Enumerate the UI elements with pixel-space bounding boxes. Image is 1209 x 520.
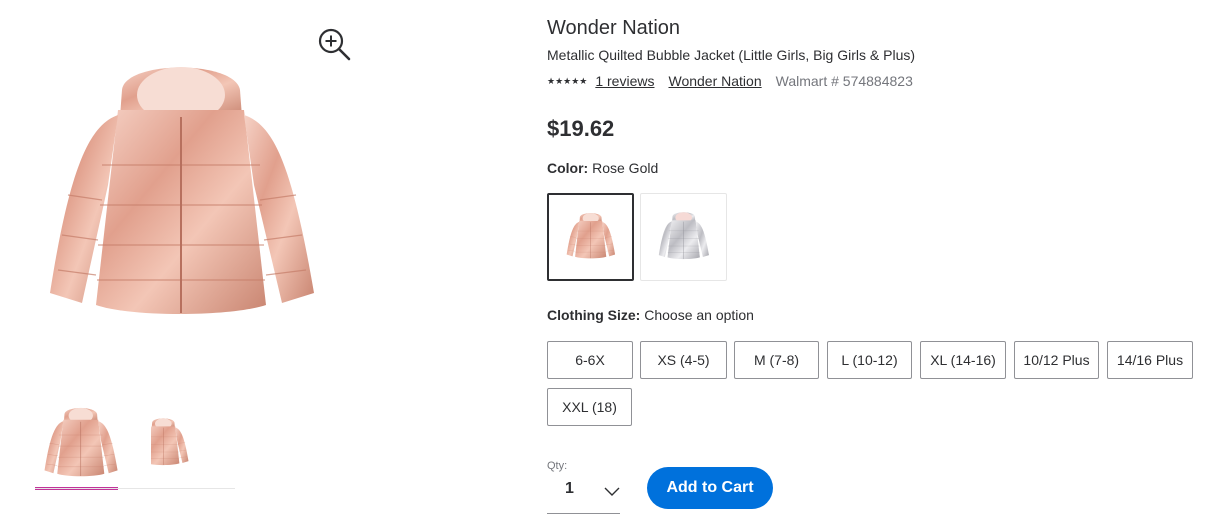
- quantity-value: 1: [565, 480, 574, 497]
- product-price: $19.62: [547, 116, 615, 141]
- size-option[interactable]: M (7-8): [734, 341, 819, 379]
- product-brand: Wonder Nation: [547, 17, 681, 39]
- size-option[interactable]: L (10-12): [827, 341, 912, 379]
- size-label-title: Clothing Size:: [547, 307, 641, 323]
- swatch-rose-gold[interactable]: [547, 193, 634, 281]
- size-option[interactable]: 6-6X: [547, 341, 633, 379]
- size-value: Choose an option: [644, 307, 754, 323]
- size-option[interactable]: XS (4-5): [640, 341, 727, 379]
- thumbnail-strip: [35, 398, 235, 490]
- quantity-select[interactable]: 1: [547, 474, 620, 514]
- color-value: Rose Gold: [592, 160, 659, 176]
- color-label: Color: Rose Gold: [547, 160, 658, 176]
- add-to-cart-button[interactable]: Add to Cart: [647, 467, 773, 509]
- brand-link[interactable]: Wonder Nation: [668, 73, 761, 89]
- size-option[interactable]: XXL (18): [547, 388, 632, 426]
- product-title: Metallic Quilted Bubble Jacket (Little G…: [547, 47, 916, 63]
- size-option[interactable]: 14/16 Plus: [1107, 341, 1193, 379]
- color-label-title: Color:: [547, 160, 589, 176]
- thumbnail-front[interactable]: [35, 398, 118, 490]
- quantity-label: Qty:: [547, 460, 568, 472]
- main-product-image[interactable]: [30, 55, 330, 340]
- thumbnail-divider: [35, 488, 235, 489]
- walmart-sku: Walmart # 574884823: [775, 73, 913, 89]
- rating-stars: ★★★★★: [547, 75, 588, 86]
- swatch-silver[interactable]: [640, 193, 727, 281]
- reviews-link[interactable]: 1 reviews: [595, 73, 654, 89]
- size-option[interactable]: XL (14-16): [920, 341, 1006, 379]
- size-option[interactable]: 10/12 Plus: [1014, 341, 1099, 379]
- size-label: Clothing Size: Choose an option: [547, 307, 754, 323]
- thumbnail-side[interactable]: [133, 398, 233, 490]
- chevron-down-icon: [604, 487, 620, 496]
- product-meta: ★★★★★ 1 reviews Wonder Nation Walmart # …: [547, 73, 913, 89]
